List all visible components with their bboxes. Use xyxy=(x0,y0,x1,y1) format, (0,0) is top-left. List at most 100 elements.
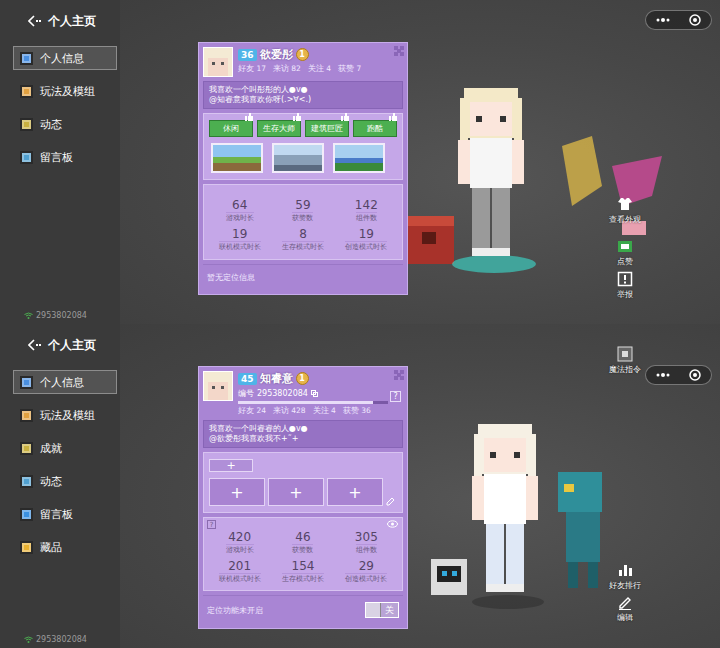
sidebar-item[interactable]: 玩法及模组 xyxy=(13,79,117,103)
more-icon[interactable] xyxy=(656,372,670,378)
tag[interactable]: 休闲 xyxy=(209,120,253,137)
scene: 36欲爱彤1好友 17来访 82关注 4获赞 7我喜欢一个叫彤彤的人●v●@知睿… xyxy=(120,0,720,324)
action-button[interactable]: 编辑 xyxy=(600,594,650,623)
close-target-icon[interactable] xyxy=(689,369,701,381)
sidebar-item[interactable]: 动态 xyxy=(13,469,117,493)
count-item[interactable]: 好友 17 xyxy=(238,64,266,74)
stat-cell: 420游戏时长 xyxy=(208,530,271,555)
sidebar: 个人主页个人信息玩法及模组动态留言板 2953802084 xyxy=(0,0,120,324)
avatar[interactable] xyxy=(203,371,233,401)
red-chest xyxy=(402,212,456,268)
stat-cell: 201联机模式时长 xyxy=(208,559,271,584)
menu-icon xyxy=(20,376,33,389)
count-item[interactable]: 来访 82 xyxy=(273,64,301,74)
action-button[interactable]: 魔法指令 xyxy=(600,346,650,375)
showcase-section: ++++ xyxy=(203,452,403,513)
menu-icon xyxy=(20,151,33,164)
edit-icon[interactable] xyxy=(386,497,395,506)
help-button[interactable]: ? xyxy=(390,391,401,402)
action-button[interactable]: 好友排行 xyxy=(600,562,650,591)
thumbs-up-icon xyxy=(389,113,397,121)
close-target-icon[interactable] xyxy=(689,14,701,26)
profile-card: 36欲爱彤1好友 17来访 82关注 4获赞 7我喜欢一个叫彤彤的人●v●@知睿… xyxy=(198,42,408,295)
location-toggle[interactable]: 关 xyxy=(365,602,399,618)
player-character xyxy=(460,424,560,614)
add-slot[interactable]: + xyxy=(327,478,383,506)
thumbs-up-icon xyxy=(341,113,349,121)
vip-badge: 1 xyxy=(296,48,309,61)
menu-icon xyxy=(20,52,33,65)
sidebar-header: 个人主页 xyxy=(0,12,120,30)
corner-pixel-icon xyxy=(394,46,404,56)
action-button[interactable]: 查看外观 xyxy=(600,196,650,225)
stats-box: ?420游戏时长46获赞数305组件数201联机模式时长154生存模式时长29创… xyxy=(203,517,403,591)
more-icon[interactable] xyxy=(656,17,670,23)
connection-status: 2953802084 xyxy=(0,635,120,644)
sidebar-item[interactable]: 个人信息 xyxy=(13,370,117,394)
tag[interactable]: 跑酷 xyxy=(353,120,397,137)
menu-icon xyxy=(20,541,33,554)
stat-cell: 29创造模式时长 xyxy=(335,559,398,584)
thumbnail[interactable] xyxy=(333,143,385,173)
thumbnail[interactable] xyxy=(272,143,324,173)
thumbnail[interactable] xyxy=(211,143,263,173)
action-button[interactable]: 举报 xyxy=(600,271,650,300)
copy-icon[interactable] xyxy=(311,390,318,397)
action-button[interactable]: 点赞 xyxy=(600,238,650,267)
count-item[interactable]: 获赞 36 xyxy=(343,406,371,416)
stat-cell: 19创造模式时长 xyxy=(335,227,398,252)
sidebar-item[interactable]: 动态 xyxy=(13,112,117,136)
location-row: 暂无定位信息 xyxy=(203,264,403,290)
tag[interactable]: 建筑巨匠 xyxy=(305,120,349,137)
add-slot[interactable]: + xyxy=(268,478,324,506)
sidebar-item[interactable]: 个人信息 xyxy=(13,46,117,70)
back-icon[interactable] xyxy=(28,339,42,351)
eye-icon[interactable] xyxy=(387,520,398,528)
wifi-icon xyxy=(24,312,33,319)
command-block-icon xyxy=(617,346,633,362)
sidebar-item[interactable]: 成就 xyxy=(13,436,117,460)
count-item[interactable]: 获赞 7 xyxy=(338,64,361,74)
add-tag-button[interactable]: + xyxy=(209,459,253,472)
tag[interactable]: 生存大师 xyxy=(257,120,301,137)
location-row: 定位功能未开启关 xyxy=(203,595,403,624)
avatar-icon xyxy=(204,372,232,400)
showcase-section: 休闲生存大师建筑巨匠跑酷 xyxy=(203,113,403,180)
menu-icon xyxy=(20,508,33,521)
count-item[interactable]: 关注 4 xyxy=(308,64,331,74)
player-name: 欲爱彤 xyxy=(260,47,293,62)
stat-cell: 19联机模式时长 xyxy=(208,227,271,252)
count-item[interactable]: 关注 4 xyxy=(313,406,336,416)
report-icon xyxy=(617,271,633,287)
signature: 我喜欢一个叫睿睿的人●v●@欲爱彤我喜欢我不+˜+ xyxy=(203,420,403,448)
stat-cell: 59获赞数 xyxy=(271,198,334,223)
robot-pet xyxy=(428,556,470,600)
back-icon[interactable] xyxy=(28,15,42,27)
stat-cell: 64游戏时长 xyxy=(208,198,271,223)
xp-bar xyxy=(238,401,388,404)
avatar[interactable] xyxy=(203,47,233,77)
avatar-icon xyxy=(204,48,232,76)
profile-screen: 个人主页个人信息玩法及模组动态留言板295380208436欲爱彤1好友 17来… xyxy=(0,0,720,324)
count-item[interactable]: 来访 428 xyxy=(273,406,306,416)
sidebar-item[interactable]: 留言板 xyxy=(13,145,117,169)
sidebar-item[interactable]: 藏品 xyxy=(13,535,117,559)
count-item[interactable]: 好友 24 xyxy=(238,406,266,416)
connection-status: 2953802084 xyxy=(0,311,120,320)
stats-help-button[interactable]: ? xyxy=(207,520,216,529)
thumbs-up-icon xyxy=(293,113,301,121)
add-slot[interactable]: + xyxy=(209,478,265,506)
stat-cell: 154生存模式时长 xyxy=(271,559,334,584)
menu-icon xyxy=(20,85,33,98)
vip-badge: 1 xyxy=(296,372,309,385)
sidebar-item[interactable]: 玩法及模组 xyxy=(13,403,117,427)
menu-icon xyxy=(20,409,33,422)
signature: 我喜欢一个叫彤彤的人●v●@知睿意我喜欢你呀(.>∀<.) xyxy=(203,81,403,109)
scene: 45知睿意1编号2953802084好友 24来访 428关注 4获赞 36?我… xyxy=(120,324,720,648)
counts-row: 好友 24 来访 428 关注 4 获赞 36 xyxy=(238,406,391,416)
sidebar: 个人主页个人信息玩法及模组成就动态留言板藏品 2953802084 xyxy=(0,324,120,648)
menu-icon xyxy=(20,442,33,455)
level-badge: 45 xyxy=(238,373,257,385)
sidebar-header: 个人主页 xyxy=(0,336,120,354)
sidebar-item[interactable]: 留言板 xyxy=(13,502,117,526)
